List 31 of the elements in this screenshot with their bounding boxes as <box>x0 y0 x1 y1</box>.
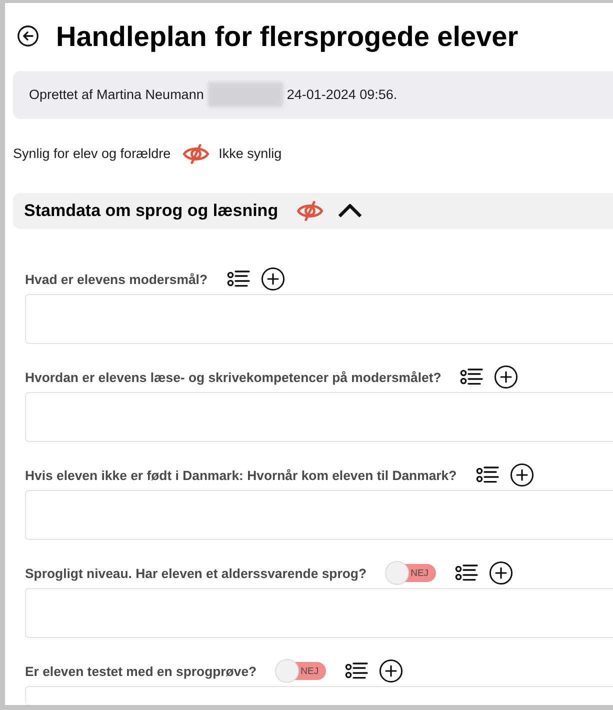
add-circle-icon[interactable] <box>494 365 518 390</box>
list-icon[interactable] <box>460 368 484 386</box>
page-title: Handleplan for flersprogede elever <box>56 20 518 54</box>
answer-field[interactable] <box>25 294 613 344</box>
question-label: Hvordan er elevens læse- og skrivekompetencer på modersmålet? <box>25 370 442 385</box>
section-title: Stamdata om sprog og læsning <box>24 200 278 221</box>
add-circle-icon[interactable] <box>510 463 534 488</box>
answer-field[interactable] <box>25 392 613 442</box>
add-circle-icon[interactable] <box>378 659 403 684</box>
list-icon[interactable] <box>344 662 368 680</box>
created-date-text: 24-01-2024 09:56. <box>286 87 398 102</box>
eye-slash-icon[interactable] <box>182 144 209 164</box>
question-label: Er eleven testet med en sprogprøve? <box>25 664 257 679</box>
toggle-switch[interactable]: NEJ <box>386 564 436 582</box>
answer-field[interactable] <box>25 588 613 638</box>
list-icon[interactable] <box>454 564 478 582</box>
caret-up-icon[interactable] <box>338 204 362 218</box>
created-by-text: Oprettet af Martina Neumann <box>29 87 204 102</box>
answer-field[interactable] <box>25 490 613 540</box>
visibility-status: Ikke synlig <box>218 146 282 162</box>
question-label: Hvad er elevens modersmål? <box>25 272 208 287</box>
list-icon[interactable] <box>226 270 250 288</box>
add-circle-icon[interactable] <box>260 267 285 292</box>
eye-slash-icon[interactable] <box>297 200 324 221</box>
visibility-label: Synlig for elev og forældre <box>13 146 171 162</box>
question-label: Hvis eleven ikke er født i Danmark: Hvornår kom eleven til Danmark? <box>25 468 457 483</box>
toggle-switch[interactable]: NEJ <box>276 662 326 680</box>
question-label: Sprogligt niveau. Har eleven et alderssvarende sprog? <box>25 566 367 581</box>
add-circle-icon[interactable] <box>488 561 513 586</box>
answer-field[interactable] <box>25 686 613 705</box>
list-icon[interactable] <box>476 466 499 484</box>
